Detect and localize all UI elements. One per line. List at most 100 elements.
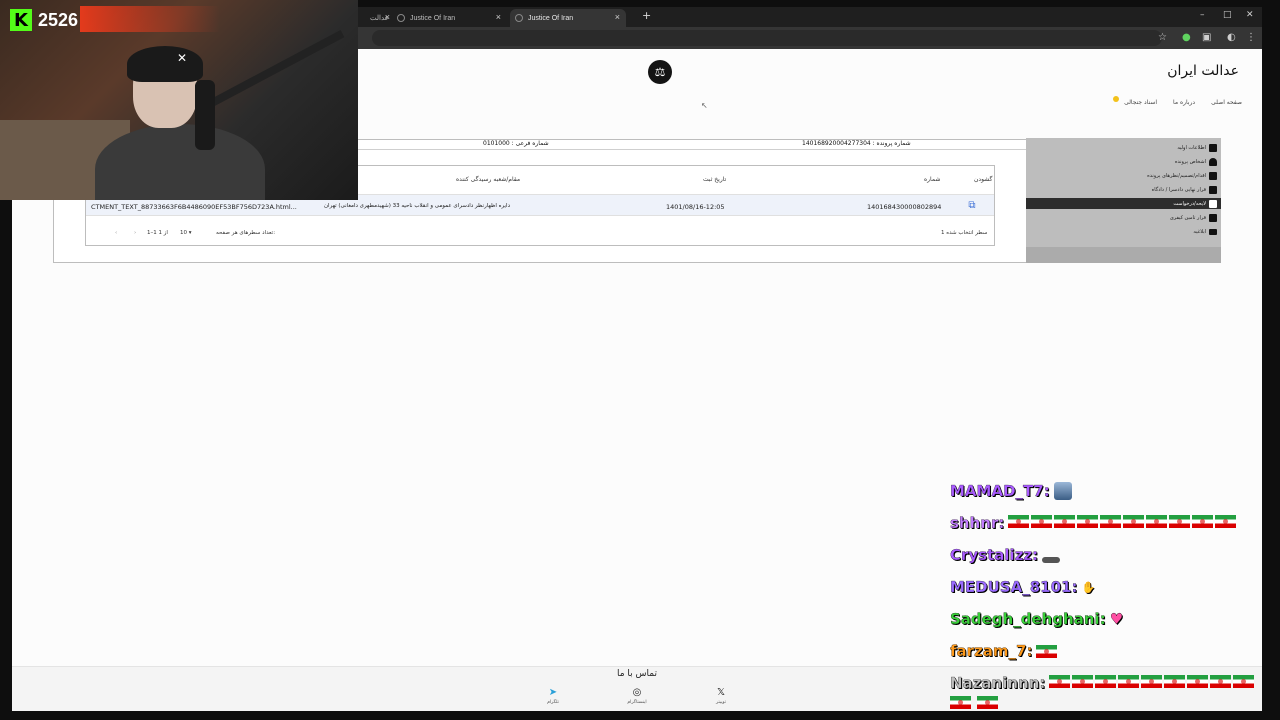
flag-emotes [1049,674,1256,692]
selected-count: 1 سطر انتخاب شده [941,230,988,236]
site-title: عدالت ایران [1167,63,1239,79]
telegram-icon: ➤ [548,687,558,698]
sidebar-item-label: اشخاص پرونده [1174,158,1206,165]
cell-number: 140168430000802894 [867,203,942,211]
chat-message: MEDUSA_8101: ✋ [950,578,1095,596]
close-window-icon[interactable]: ✕ [1246,10,1254,20]
kick-logo-icon: K [10,9,32,31]
column-header-office[interactable]: مقام/شعبه رسیدگی کننده [456,176,520,183]
sidebar-item-persons[interactable]: اشخاص پرونده [1175,156,1217,167]
viewer-count: 2526 [38,9,79,30]
screen: عدالت × Justice Of Iran × Justice Of Ira… [0,0,1280,720]
cell-office: دایره اظهارنظر دادسرای عمومی و انقلاب نا… [324,203,511,209]
streamer-body [95,124,265,200]
chat-username: shhnr: [950,514,1005,532]
sidebar-item-petition[interactable]: لایحه/درخواست [1026,198,1221,209]
highlight-dot-icon [1113,96,1119,102]
chat-username: Nazaninnn: [950,674,1046,692]
face-emote-icon [1053,482,1072,500]
column-header-open[interactable]: گشودن [974,176,992,183]
star-icon[interactable]: ☆ [1158,32,1167,43]
rows-per-page-select[interactable]: 10 ▾ [180,230,192,236]
cell-file[interactable]: CTMENT_TEXT_88733663F6B4486090EF53BF756D… [91,203,297,211]
close-icon[interactable]: × [615,12,620,22]
instagram-link[interactable]: ◎ اینستاگرام [617,687,657,705]
nav-home[interactable]: صفحه اصلی [1211,99,1242,106]
dance-emote-icon: ♥ [1109,610,1124,628]
x-icon: 𝕏 [716,687,726,698]
sidebar-item-bail[interactable]: قرار تامین کیفری [1170,212,1217,223]
browser-tab-active[interactable]: Justice Of Iran × [510,9,626,27]
sidebar-item-basic-info[interactable]: اطلاعات اولیه [1177,142,1217,153]
flag-emote-icon [1100,515,1122,528]
nav-documents[interactable]: اسناد جنجالی [1124,99,1157,106]
puzzle-icon[interactable]: ▣ [1202,32,1211,43]
minimize-icon[interactable]: – [1200,10,1205,20]
webcam-overlay: ✕ K 2526 [0,0,358,200]
flag-emote-icon [1233,675,1255,688]
scale-icon [515,14,523,22]
flag-emotes [1008,514,1238,532]
column-header-date[interactable]: تاریخ ثبت [703,176,726,183]
rows-per-page-value: 10 [180,230,187,236]
hand-icon [1209,171,1217,180]
social-label: اینستاگرام [627,700,647,705]
flag-emote-icon [1077,515,1099,528]
flag-emote-icon [1095,675,1117,688]
sidebar-item-final-ruling[interactable]: قرار نهایی دادسرا / دادگاه [1152,184,1217,195]
cell-date: 1401/08/16-12:05 [666,203,725,211]
instagram-icon: ◎ [632,687,642,698]
social-label: تلگرام [547,700,559,705]
chat-message-cont [950,696,1000,709]
sidebar-item-label: قرار نهایی دادسرا / دادگاه [1151,186,1206,193]
close-icon[interactable]: × [385,12,390,22]
document-icon [1209,143,1217,152]
top-nav: صفحه اصلی درباره ما اسناد جنجالی [1124,99,1242,106]
contact-title: تماس با ما [617,669,657,679]
flag-emote-icon [1072,675,1094,688]
close-icon[interactable]: × [496,12,501,22]
new-tab-button[interactable]: + [642,9,651,22]
address-bar[interactable] [372,30,1162,46]
table-footer: 1 سطر انتخاب شده تعداد سطرهای هر صفحه: 1… [86,224,994,244]
scale-logo-icon[interactable]: ⚖ [648,60,672,84]
extension-icon[interactable]: ● [1182,32,1191,43]
case-sidebar: اطلاعات اولیه اشخاص پرونده اقدام/تصمیم/ن… [1026,138,1221,263]
light-glow [80,6,220,32]
sidebar-footer [1026,247,1221,263]
profile-icon[interactable]: ◐ [1227,32,1236,43]
sidebar-item-label: قرار تامین کیفری [1169,214,1206,221]
nav-about[interactable]: درباره ما [1173,99,1195,106]
sidebar-item-actions[interactable]: اقدام/تصمیم/نظرهای پرونده [1147,170,1217,181]
flag-emote-icon [1210,675,1232,688]
sidebar-item-notice[interactable]: ابلاغیه [1193,226,1217,237]
column-header-number[interactable]: شماره [924,176,940,183]
chat-message: Sadegh_dehghani: ♥ [950,610,1123,628]
flag-emote-icon [1192,515,1214,528]
ny-logo-icon: ✕ [177,51,188,65]
chat-username: Crystalizz: [950,546,1039,564]
chat-username: MEDUSA_8101: [950,578,1078,596]
chat-message: MAMAD_T7: [950,482,1072,500]
prev-page-icon[interactable]: ‹ [115,230,117,236]
sidebar-item-label: اطلاعات اولیه [1177,144,1206,151]
tab-label: Justice Of Iran [528,14,574,22]
open-external-icon[interactable]: ⧉ [966,200,978,212]
flag-emote-icon [1141,675,1163,688]
maximize-icon[interactable]: □ [1223,10,1232,20]
file-icon [1209,199,1217,208]
menu-icon[interactable]: ⋮ [1246,32,1256,43]
twitter-link[interactable]: 𝕏 توییتر [701,687,741,705]
telegram-link[interactable]: ➤ تلگرام [533,687,573,705]
browser-tab[interactable]: Justice Of Iran × [392,9,507,27]
people-icon [1209,157,1217,166]
document-icon [1209,213,1217,222]
flag-emote-icon [1054,515,1076,528]
mouse-cursor-icon: ↖ [701,101,708,110]
emote-icon [1042,557,1061,563]
next-page-icon[interactable]: › [134,230,136,236]
flag-emote-icon [1031,515,1053,528]
chat-username: farzam_7: [950,642,1033,660]
flag-emote-icon [1036,644,1058,658]
cap: ✕ [127,46,203,82]
